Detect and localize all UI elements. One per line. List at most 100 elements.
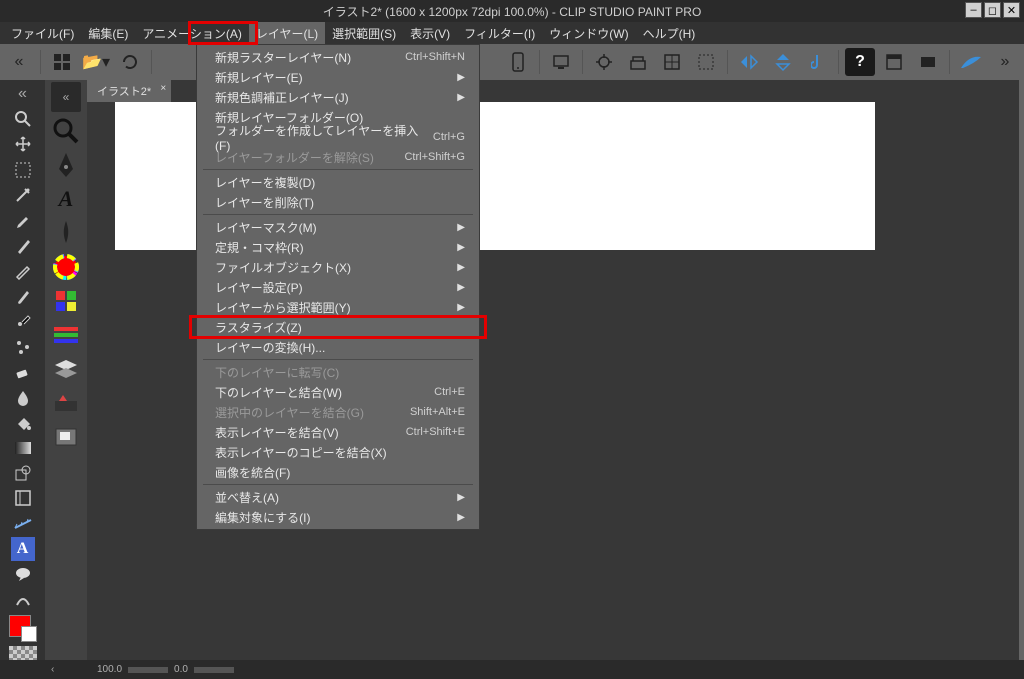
menu-item[interactable]: 表示レイヤーを結合(V)Ctrl+Shift+E	[197, 422, 479, 442]
close-button[interactable]: ✕	[1003, 2, 1020, 18]
transparent-swatch[interactable]	[9, 646, 37, 660]
menu-item[interactable]: 下のレイヤーと結合(W)Ctrl+E	[197, 382, 479, 402]
refresh-icon[interactable]	[115, 48, 145, 76]
help-icon[interactable]: ?	[845, 48, 875, 76]
separator	[40, 50, 41, 74]
color-swatches[interactable]	[9, 615, 37, 642]
menu-item[interactable]: 新規レイヤー(E)▶	[197, 67, 479, 87]
menu-item[interactable]: 編集対象にする(I)▶	[197, 507, 479, 527]
big-magnifier-icon[interactable]	[51, 116, 81, 146]
menu-filter[interactable]: フィルター(I)	[457, 22, 542, 45]
window2-icon[interactable]	[879, 48, 909, 76]
selection-icon[interactable]	[691, 48, 721, 76]
pen2-icon[interactable]	[51, 218, 81, 248]
menu-item[interactable]: 新規ラスターレイヤー(N)Ctrl+Shift+N	[197, 47, 479, 67]
menu-item[interactable]: 並べ替え(A)▶	[197, 487, 479, 507]
menu-item[interactable]: 新規色調補正レイヤー(J) ▶	[197, 87, 479, 107]
pen-icon[interactable]	[11, 234, 35, 257]
correct-line-icon[interactable]	[11, 588, 35, 611]
menu-item-label: 新規ラスターレイヤー(N)	[215, 49, 351, 66]
menu-layer[interactable]: レイヤー(L)	[249, 22, 325, 45]
wand-icon[interactable]	[11, 183, 35, 206]
panel-icon[interactable]	[913, 48, 943, 76]
zoom-slider[interactable]	[128, 667, 168, 673]
right-panel-collapsed[interactable]	[1019, 80, 1024, 660]
menu-help[interactable]: ヘルプ(H)	[636, 22, 703, 45]
color-wheel-icon[interactable]	[51, 252, 81, 282]
submenu-arrow-icon: ▶	[457, 92, 465, 103]
gradient-icon[interactable]	[11, 436, 35, 459]
fill-icon[interactable]	[11, 411, 35, 434]
menu-item-label: 新規色調補正レイヤー(J)	[215, 89, 349, 106]
menu-item-label: 新規レイヤー(E)	[215, 69, 303, 86]
menu-select[interactable]: 選択範囲(S)	[325, 22, 403, 45]
flip-h-icon[interactable]	[734, 48, 764, 76]
folder-dropdown-icon[interactable]: 📂▾	[81, 48, 111, 76]
color-slider-icon[interactable]	[51, 320, 81, 350]
chevron-left-icon[interactable]: ‹	[51, 664, 54, 675]
document-tab-label: イラスト2*	[97, 86, 151, 98]
minimize-button[interactable]: –	[965, 2, 982, 18]
magnifier-icon[interactable]	[11, 107, 35, 130]
layer-effect-icon[interactable]	[51, 388, 81, 418]
blend-icon[interactable]	[11, 386, 35, 409]
phone-icon[interactable]	[503, 48, 533, 76]
chevron-left-icon[interactable]: «	[11, 82, 35, 105]
chevron-left-icon[interactable]: «	[4, 48, 34, 76]
eraser-icon[interactable]	[11, 360, 35, 383]
menu-item[interactable]: フォルダーを作成してレイヤーを挿入(F)Ctrl+G	[197, 127, 479, 147]
menu-item[interactable]: 表示レイヤーのコピーを結合(X)	[197, 442, 479, 462]
ruler-icon[interactable]	[11, 512, 35, 535]
move-icon[interactable]	[11, 133, 35, 156]
menu-window[interactable]: ウィンドウ(W)	[542, 22, 635, 45]
menu-view[interactable]: 表示(V)	[403, 22, 457, 45]
menu-animation[interactable]: アニメーション(A)	[135, 22, 249, 45]
scale-icon[interactable]	[623, 48, 653, 76]
angle-slider[interactable]	[194, 667, 234, 673]
menu-item[interactable]: レイヤーマスク(M)▶	[197, 217, 479, 237]
brush-icon[interactable]	[11, 284, 35, 307]
menu-item[interactable]: レイヤーから選択範囲(Y)▶	[197, 297, 479, 317]
close-icon[interactable]: ×	[160, 83, 166, 94]
airbrush-icon[interactable]	[11, 310, 35, 333]
menu-item[interactable]: レイヤー設定(P)▶	[197, 277, 479, 297]
color-set-icon[interactable]	[51, 286, 81, 316]
clip-icon[interactable]	[802, 48, 832, 76]
shape-icon[interactable]	[11, 461, 35, 484]
quill-icon[interactable]	[956, 48, 986, 76]
tool-palette: « A	[0, 80, 45, 660]
menu-item[interactable]: レイヤーを複製(D)	[197, 172, 479, 192]
decoration-icon[interactable]	[11, 335, 35, 358]
maximize-button[interactable]: ◻	[984, 2, 1001, 18]
font-a-icon[interactable]: A	[51, 184, 81, 214]
layers-icon[interactable]	[51, 354, 81, 384]
menu-item[interactable]: レイヤーの変換(H)...	[197, 337, 479, 357]
balloon-icon[interactable]	[11, 563, 35, 586]
chevron-left-icon[interactable]: «	[51, 82, 81, 112]
target-icon[interactable]	[589, 48, 619, 76]
eyedropper-icon[interactable]	[11, 208, 35, 231]
grid-icon[interactable]	[47, 48, 77, 76]
menu-item[interactable]: ラスタライズ(Z)	[197, 317, 479, 337]
menu-item-label: レイヤーから選択範囲(Y)	[215, 299, 351, 316]
frame-icon[interactable]	[11, 487, 35, 510]
text-tool-icon[interactable]: A	[11, 537, 35, 560]
menu-item-shortcut: Ctrl+E	[434, 386, 465, 398]
device-icon[interactable]	[546, 48, 576, 76]
navigator-icon[interactable]	[51, 422, 81, 452]
menu-edit[interactable]: 編集(E)	[81, 22, 135, 45]
document-tab[interactable]: イラスト2* ×	[87, 80, 171, 102]
menu-item[interactable]: レイヤーを削除(T)	[197, 192, 479, 212]
menu-item[interactable]: 定規・コマ枠(R)▶	[197, 237, 479, 257]
menu-file[interactable]: ファイル(F)	[4, 22, 81, 45]
chevron-right-icon[interactable]: »	[990, 48, 1020, 76]
submenu-arrow-icon: ▶	[457, 512, 465, 523]
menu-item[interactable]: ファイルオブジェクト(X)▶	[197, 257, 479, 277]
menu-item[interactable]: 画像を統合(F)	[197, 462, 479, 482]
pen-nib-icon[interactable]	[51, 150, 81, 180]
grid2-icon[interactable]	[657, 48, 687, 76]
selection-tool-icon[interactable]	[11, 158, 35, 181]
pencil-icon[interactable]	[11, 259, 35, 282]
separator	[949, 50, 950, 74]
flip-v-icon[interactable]	[768, 48, 798, 76]
